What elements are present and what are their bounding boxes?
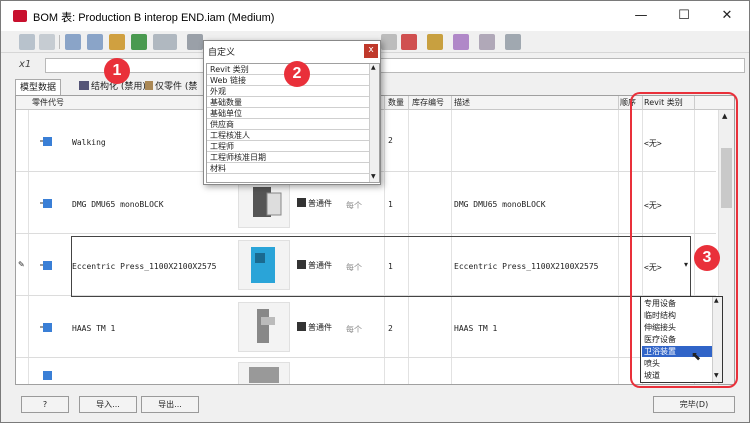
callout-badge-1: 1 [104, 58, 130, 84]
tab-parts-only-label: 仅零件 (禁 [155, 82, 198, 92]
item-number-icon[interactable] [109, 34, 125, 50]
part-number-value: Walking [72, 138, 106, 147]
qty-value: 2 [388, 324, 393, 333]
assembly-cube-icon [40, 320, 54, 334]
bottom-button-bar: ? 导入... 导出... 完毕(D) [1, 393, 749, 423]
dropdown-option-selected[interactable]: 卫浴装置 [642, 346, 712, 357]
part-number-value: HAAS TM 1 [72, 324, 116, 333]
list-item[interactable]: 供应商 [207, 119, 369, 130]
part-thumbnail [238, 302, 290, 352]
customize-dialog-title: 自定义 [208, 48, 236, 58]
qty-value: 1 [388, 200, 393, 209]
list-item[interactable]: 材料 [207, 163, 369, 174]
customize-dialog-close-button[interactable]: x [364, 44, 378, 58]
scroll-up-icon[interactable]: ▲ [371, 64, 376, 71]
assembly-cube-icon [40, 134, 54, 148]
assembly-cube-icon [40, 258, 54, 272]
bom-structure: 普通件 [297, 198, 332, 209]
part-number-value: DMG DMU65 monoBLOCK [72, 200, 164, 209]
col-part-number[interactable]: 零件代号 [32, 97, 64, 108]
header-separator [384, 96, 385, 110]
list-item[interactable]: 工程核准人 [207, 130, 369, 141]
tab-model-data[interactable]: 模型数据 [15, 79, 62, 95]
description-value: HAAS TM 1 [454, 324, 498, 333]
bom-structure-label: 普通件 [308, 199, 332, 208]
focused-row-outline [71, 236, 691, 297]
bom-structure-label: 普通件 [308, 323, 332, 332]
normal-part-icon [297, 322, 306, 331]
fx-label: x1 [19, 59, 32, 70]
customize-list-scrollbar[interactable]: ▲ ▼ [369, 64, 379, 182]
list-item[interactable]: 工程师 [207, 141, 369, 152]
add-column-icon[interactable] [131, 34, 147, 50]
sort-descending-icon[interactable] [87, 34, 103, 50]
sort-ascending-icon[interactable] [65, 34, 81, 50]
header-separator [451, 96, 452, 110]
maximize-button[interactable]: ☐ [664, 1, 704, 31]
parts-only-icon [145, 81, 153, 90]
scroll-down-icon[interactable]: ▼ [714, 372, 719, 379]
column-chooser-icon[interactable] [381, 34, 397, 50]
table-row[interactable] [16, 358, 716, 384]
col-description[interactable]: 描述 [454, 97, 470, 108]
toolbar-separator [59, 35, 60, 49]
part-icon[interactable] [453, 34, 469, 50]
copy-icon[interactable] [39, 34, 55, 50]
unit-value: 每个 [346, 201, 362, 210]
palette-icon[interactable] [427, 34, 443, 50]
window-title: BOM 表: Production B interop END.iam (Med… [33, 12, 275, 24]
done-button[interactable]: 完毕(D) [653, 396, 735, 413]
edit-icon[interactable] [19, 34, 35, 50]
edit-pencil-icon: ✎ [18, 260, 25, 269]
minimize-button[interactable]: — [621, 1, 661, 31]
dropdown-option[interactable]: 伸缩接头 [642, 322, 712, 333]
revit-category-dropdown: 专用设备 临时结构 伸缩接头 医疗设备 卫浴装置 喷头 坡道 ▲ ▼ ⬉ [640, 296, 723, 383]
dropdown-scrollbar[interactable]: ▲ ▼ [712, 297, 722, 382]
scroll-down-icon[interactable]: ▼ [371, 173, 376, 180]
dropdown-option[interactable]: 医疗设备 [642, 334, 712, 345]
camera-icon[interactable] [479, 34, 495, 50]
formula-input[interactable] [45, 58, 745, 73]
dropdown-option[interactable]: 临时结构 [642, 310, 712, 321]
table-row[interactable]: HAAS TM 1 普通件 每个 2 HAAS TM 1 [16, 296, 716, 358]
close-button[interactable]: ✕ [707, 1, 747, 31]
view-options-icon[interactable] [153, 34, 177, 50]
list-item[interactable]: 基础单位 [207, 108, 369, 119]
list-item[interactable]: 工程师核准日期 [207, 152, 369, 163]
mouse-cursor-icon: ⬉ [691, 349, 702, 363]
description-value: DMG DMU65 monoBLOCK [454, 200, 546, 209]
title-bar: BOM 表: Production B interop END.iam (Med… [1, 1, 749, 31]
assembly-cube-icon [40, 196, 54, 210]
sort-az-icon[interactable] [505, 34, 521, 50]
list-item[interactable]: 基础数量 [207, 97, 369, 108]
bom-structure: 普通件 [297, 322, 332, 333]
list-item[interactable]: 外观 [207, 86, 369, 97]
inventor-app-icon [13, 10, 27, 22]
callout-badge-3: 3 [694, 245, 720, 271]
part-thumbnail [238, 362, 290, 384]
normal-part-icon [297, 198, 306, 207]
import-button[interactable]: 导入... [79, 396, 137, 413]
header-separator [408, 96, 409, 110]
callout-badge-2: 2 [284, 61, 310, 87]
tab-parts-only[interactable]: 仅零件 (禁 [141, 79, 201, 95]
part-thumbnail [238, 178, 290, 228]
unit-value: 每个 [346, 325, 362, 334]
filter-icon[interactable] [187, 34, 203, 50]
scroll-up-icon[interactable]: ▲ [714, 297, 719, 304]
dropdown-option[interactable]: 喷头 [642, 358, 712, 369]
export-button[interactable]: 导出... [141, 396, 199, 413]
dropdown-option[interactable]: 专用设备 [642, 298, 712, 309]
structured-icon [79, 81, 89, 90]
header-separator [618, 96, 619, 110]
col-qty[interactable]: 数量 [388, 97, 404, 108]
col-stock-number[interactable]: 库存编号 [412, 97, 444, 108]
dropdown-option[interactable]: 坡道 [642, 370, 712, 381]
qty-value: 2 [388, 136, 393, 145]
report-icon[interactable] [401, 34, 417, 50]
help-button[interactable]: ? [21, 396, 69, 413]
assembly-cube-icon [40, 368, 54, 382]
